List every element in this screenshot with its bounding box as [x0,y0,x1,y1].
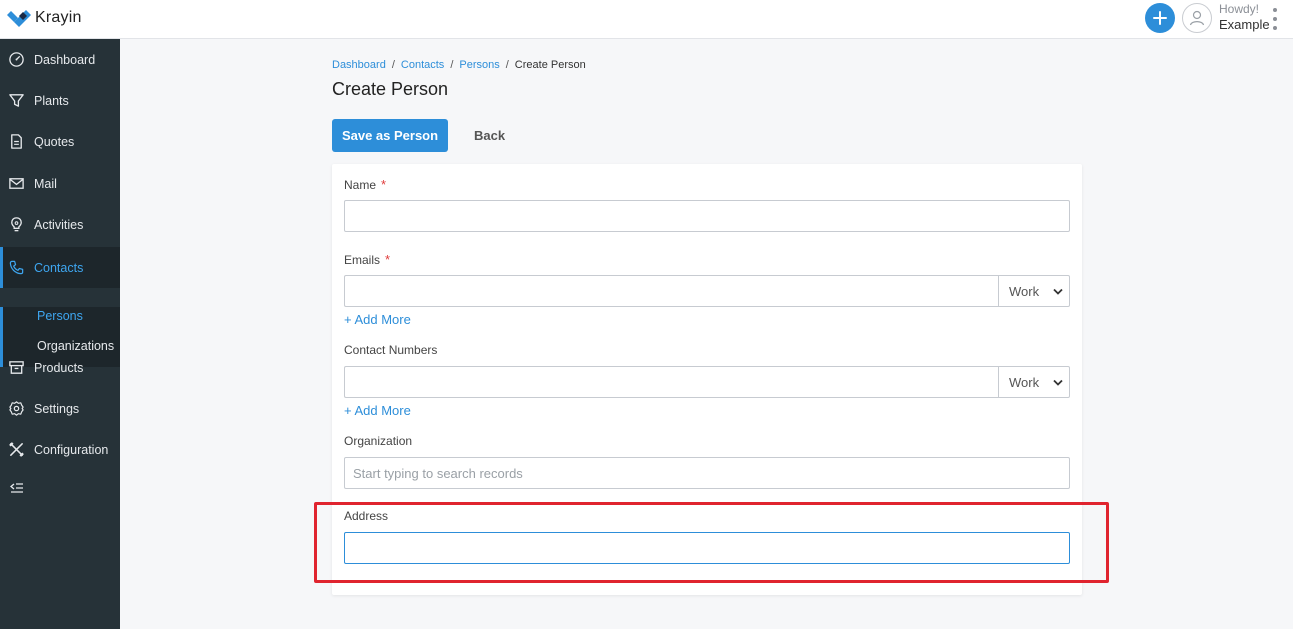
phone-icon [9,260,24,275]
krayin-logo-icon [7,10,31,27]
name-input[interactable] [344,200,1070,232]
address-label: Address [344,509,389,523]
add-more-contact-link[interactable]: + Add More [344,403,411,418]
contact-number-input[interactable] [344,366,999,398]
lightbulb-icon [11,217,22,232]
contact-numbers-label: Contact Numbers [344,343,438,357]
sidebar-item-label: Quotes [34,134,75,149]
quick-add-button[interactable] [1145,3,1175,33]
sidebar-item-label: Dashboard [34,52,96,67]
name-label: Name * [344,177,387,192]
sidebar-item-label: Products [34,360,84,375]
emails-label: Emails * [344,252,391,267]
organization-input[interactable] [344,457,1070,489]
sidebar-item-quotes[interactable]: Quotes [0,121,120,162]
sidebar-item-settings[interactable]: Settings [0,388,120,429]
add-more-email-link[interactable]: + Add More [344,312,411,327]
sidebar: Dashboard Plants Quotes Mail Activities … [0,39,120,629]
chevron-down-icon [1053,379,1063,386]
user-avatar[interactable] [1182,3,1212,33]
sidebar-item-label: Activities [34,217,84,232]
sidebar-item-plants[interactable]: Plants [0,80,120,121]
user-icon [1189,10,1205,26]
back-button[interactable]: Back [466,119,513,152]
mail-icon [9,178,24,189]
address-input[interactable] [344,532,1070,564]
breadcrumb-dashboard[interactable]: Dashboard [332,59,386,71]
organization-label: Organization [344,434,413,448]
email-input[interactable] [344,275,999,307]
collapse-sidebar-icon[interactable] [9,480,25,496]
sidebar-item-label: Settings [34,401,80,416]
sidebar-item-dashboard[interactable]: Dashboard [0,39,120,80]
dashboard-icon [9,52,24,67]
sidebar-item-contacts[interactable]: Contacts [0,247,120,288]
sidebar-item-configuration[interactable]: Configuration [0,429,120,470]
sidebar-item-label: Configuration [34,442,109,457]
top-bar: Krayin Howdy! Example [0,0,1293,39]
breadcrumb: Dashboard / Contacts / Persons / Create … [332,59,586,71]
sidebar-item-mail[interactable]: Mail [0,163,120,204]
plus-icon [1153,11,1167,25]
breadcrumb-contacts[interactable]: Contacts [401,59,444,71]
tools-icon [9,442,24,457]
sidebar-item-label: Mail [34,176,57,191]
chevron-down-icon [1053,288,1063,295]
user-greeting[interactable]: Howdy! Example [1219,2,1270,32]
archive-icon [9,361,24,374]
breadcrumb-persons[interactable]: Persons [459,59,499,71]
breadcrumb-current: Create Person [514,59,586,71]
required-mark: * [381,177,387,192]
brand[interactable]: Krayin [6,7,82,29]
filter-icon [9,94,24,107]
sidebar-subitem-persons[interactable]: Persons [37,309,83,323]
gear-icon [9,401,24,416]
sidebar-item-products[interactable]: Products [0,347,120,388]
howdy-text: Howdy! [1219,2,1260,16]
more-options-icon[interactable] [1268,8,1282,30]
brand-name: Krayin [35,9,82,26]
sidebar-item-activities[interactable]: Activities [0,204,120,245]
sidebar-item-label: Plants [34,93,69,108]
person-form: Name * Emails * Work + Add More Contact Nu… [332,164,1082,595]
sidebar-item-label: Contacts [34,260,84,275]
user-name: Example [1219,17,1270,32]
phone-type-select[interactable]: Work [998,366,1070,398]
document-icon [11,134,22,149]
page-title: Create Person [332,79,449,99]
email-type-select[interactable]: Work [998,275,1070,307]
save-as-person-button[interactable]: Save as Person [332,119,448,152]
required-mark: * [385,252,391,267]
